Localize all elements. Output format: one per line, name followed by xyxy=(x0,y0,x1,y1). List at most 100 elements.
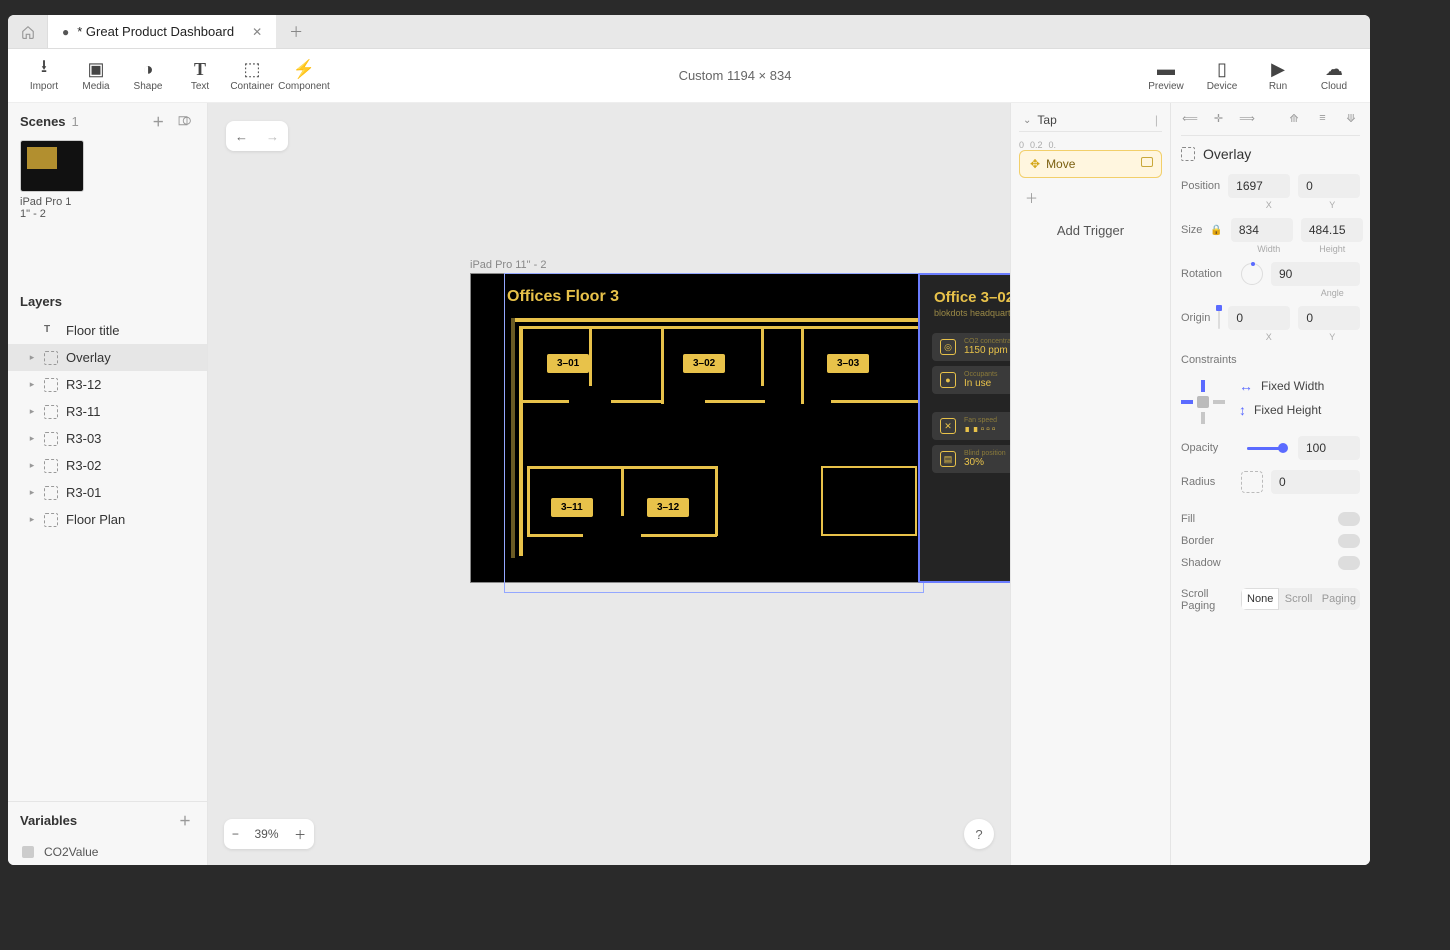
origin-y-field[interactable]: 0 xyxy=(1298,306,1360,330)
overlay-card[interactable]: ✕ Office 3–02 blokdots headquarters ◎CO2… xyxy=(918,273,1010,583)
zoom-in-button[interactable]: ＋ xyxy=(294,826,306,843)
layers-header: Layers xyxy=(8,286,207,317)
device-button[interactable]: ▯Device xyxy=(1196,59,1248,92)
interactions-panel: ⌄ Tap | 00.20. ✥ Move ＋ Add Trigger xyxy=(1010,103,1170,865)
overlay-fan: ✕Fan speed∎∎▫▫▫ xyxy=(932,412,1010,440)
component-button[interactable]: ⚡Component xyxy=(278,59,330,92)
layer-item-r3-02[interactable]: ▸R3-02 xyxy=(8,452,207,479)
layer-item-floor-title[interactable]: TFloor title xyxy=(8,317,207,344)
artboard-name[interactable]: iPad Pro 11" - 2 xyxy=(470,259,546,271)
action-move[interactable]: ✥ Move xyxy=(1019,150,1162,178)
align-top-button[interactable]: ⟰ xyxy=(1285,109,1303,127)
container-button[interactable]: ⬚Container xyxy=(226,59,278,92)
fill-toggle[interactable] xyxy=(1338,512,1360,526)
variable-item[interactable]: CO2Value xyxy=(8,839,207,865)
nav-fwd-icon: → xyxy=(266,129,279,144)
align-vcenter-button[interactable]: ≡ xyxy=(1314,109,1332,127)
add-action-button[interactable]: ＋ xyxy=(1019,186,1162,209)
home-tab[interactable] xyxy=(8,15,48,48)
position-y-field[interactable]: 0 xyxy=(1298,174,1360,198)
opacity-slider[interactable] xyxy=(1247,447,1284,450)
text-button[interactable]: TText xyxy=(174,59,226,92)
align-right-button[interactable]: ⟹ xyxy=(1238,109,1256,127)
overlay-co2: ◎CO2 concentration1150 ppm xyxy=(932,333,1010,361)
move-icon: ✥ xyxy=(1030,157,1040,171)
align-left-button[interactable]: ⟸ xyxy=(1181,109,1199,127)
align-hcenter-button[interactable]: ✛ xyxy=(1210,109,1228,127)
radius-mode-button[interactable] xyxy=(1241,471,1263,493)
position-x-field[interactable]: 1697 xyxy=(1228,174,1290,198)
room-3-01[interactable]: 3–01 xyxy=(547,354,589,373)
target-icon xyxy=(1141,157,1153,167)
overlay-title: Office 3–02 xyxy=(920,275,1010,308)
cloud-button[interactable]: ☁Cloud xyxy=(1308,59,1360,92)
trigger-dropdown[interactable]: ⌄ Tap | xyxy=(1019,109,1162,132)
tab-title: * Great Product Dashboard xyxy=(77,24,234,39)
room-3-02[interactable]: 3–02 xyxy=(683,354,725,373)
constraints-picker[interactable] xyxy=(1181,380,1225,424)
fan-icon: ✕ xyxy=(940,418,956,434)
origin-picker[interactable] xyxy=(1218,307,1220,329)
room-3-03[interactable]: 3–03 xyxy=(827,354,869,373)
timeline-ruler: 00.20. xyxy=(1019,138,1162,150)
document-tab[interactable]: ● * Great Product Dashboard ✕ xyxy=(48,15,276,48)
help-button[interactable]: ? xyxy=(964,819,994,849)
tab-bar: ● * Great Product Dashboard ✕ ＋ xyxy=(8,15,1370,49)
co2-icon: ◎ xyxy=(940,339,956,355)
media-button[interactable]: ▣Media xyxy=(70,59,122,92)
lock-icon[interactable]: 🔒 xyxy=(1210,225,1222,236)
layer-item-floor-plan[interactable]: ▸Floor Plan xyxy=(8,506,207,533)
layer-item-r3-03[interactable]: ▸R3-03 xyxy=(8,425,207,452)
preview-button[interactable]: ▬Preview xyxy=(1140,59,1192,92)
run-button[interactable]: ▶Run xyxy=(1252,59,1304,92)
fixed-width-toggle[interactable]: ↔Fixed Width xyxy=(1239,378,1360,394)
inspector-title: Overlay xyxy=(1181,136,1360,174)
add-variable-button[interactable]: ＋ xyxy=(175,810,195,831)
border-toggle[interactable] xyxy=(1338,534,1360,548)
room-3-11[interactable]: 3–11 xyxy=(551,498,593,517)
rotation-dial[interactable] xyxy=(1241,263,1263,285)
constraints-label: Constraints xyxy=(1181,354,1360,366)
person-icon: ● xyxy=(940,372,956,388)
cloud-icon: ● xyxy=(62,25,69,39)
overlay-subtitle: blokdots headquarters xyxy=(920,308,1010,328)
artboard-size-label[interactable]: Custom 1194 × 834 xyxy=(330,68,1140,83)
scroll-paging-segment[interactable]: None Scroll Paging xyxy=(1241,588,1360,610)
close-icon[interactable]: ✕ xyxy=(252,25,262,39)
add-trigger-button[interactable]: Add Trigger xyxy=(1019,209,1162,252)
toolbar: ⭳Import ▣Media ◑Shape TText ⬚Container ⚡… xyxy=(8,49,1370,103)
zoom-control[interactable]: −39%＋ xyxy=(224,819,314,849)
layer-item-overlay[interactable]: ▸Overlay xyxy=(8,344,207,371)
zoom-out-button[interactable]: − xyxy=(232,827,239,841)
nav-back-icon: ← xyxy=(235,129,248,144)
import-button[interactable]: ⭳Import xyxy=(18,59,70,92)
chevron-down-icon: ⌄ xyxy=(1023,115,1031,126)
height-field[interactable]: 484.15 xyxy=(1301,218,1363,242)
shadow-toggle[interactable] xyxy=(1338,556,1360,570)
blinds-icon: ▤ xyxy=(940,451,956,467)
radius-field[interactable]: 0 xyxy=(1271,470,1360,494)
width-field[interactable]: 834 xyxy=(1231,218,1293,242)
scenes-options-button[interactable]: ⎄ xyxy=(174,112,195,131)
layer-item-r3-11[interactable]: ▸R3-11 xyxy=(8,398,207,425)
room-3-12[interactable]: 3–12 xyxy=(647,498,689,517)
overlay-occupants: ●OccupantsIn use xyxy=(932,366,1010,394)
align-bottom-button[interactable]: ⟱ xyxy=(1342,109,1360,127)
fixed-height-toggle[interactable]: ↕Fixed Height xyxy=(1239,402,1360,418)
layer-item-r3-12[interactable]: ▸R3-12 xyxy=(8,371,207,398)
opacity-field[interactable]: 100 xyxy=(1298,436,1360,460)
scenes-header: Scenes1 ＋ ⎄ xyxy=(8,103,207,140)
canvas[interactable]: ←→ iPad Pro 11" - 2 Offices Floor 3 xyxy=(208,103,1010,865)
left-panel: Scenes1 ＋ ⎄ iPad Pro 1 1" - 2 Layers TFl… xyxy=(8,103,208,865)
nav-arrows[interactable]: ←→ xyxy=(226,121,288,151)
floor-title: Offices Floor 3 xyxy=(507,288,619,306)
variables-header: Variables ＋ xyxy=(8,801,207,839)
add-tab-button[interactable]: ＋ xyxy=(276,15,316,48)
origin-x-field[interactable]: 0 xyxy=(1228,306,1290,330)
layer-item-r3-01[interactable]: ▸R3-01 xyxy=(8,479,207,506)
rotation-field[interactable]: 90 xyxy=(1271,262,1360,286)
add-scene-button[interactable]: ＋ xyxy=(148,111,168,132)
scene-thumbnail[interactable]: iPad Pro 1 1" - 2 xyxy=(20,140,195,220)
shape-button[interactable]: ◑Shape xyxy=(122,59,174,92)
inspector-panel: ⟸ ✛ ⟹ ⟰ ≡ ⟱ Overlay Position 1697 0 XY S… xyxy=(1170,103,1370,865)
